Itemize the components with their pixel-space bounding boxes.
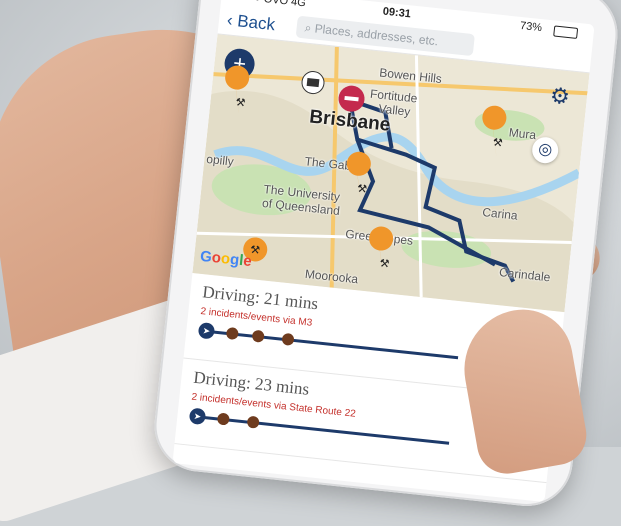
battery-icon (553, 25, 579, 39)
incident-dot (216, 412, 230, 426)
battery-label: 73% (519, 19, 543, 35)
search-placeholder: Places, addresses, etc. (314, 21, 439, 49)
clock: 09:31 (382, 5, 412, 21)
back-label: Back (236, 11, 277, 35)
route-timeline (195, 415, 450, 445)
crosshair-icon: ◎ (537, 140, 554, 159)
navigation-icon: ➤ (197, 321, 216, 340)
gear-icon: ⚙ (548, 82, 572, 110)
plus-icon: + (231, 50, 248, 77)
incident-dot (225, 326, 239, 341)
settings-button[interactable]: ⚙ (547, 82, 573, 110)
incident-dot (251, 329, 265, 343)
route-timeline (204, 329, 459, 360)
map-view[interactable]: Bowen Hills Fortitude Valley Brisbane Th… (192, 34, 590, 313)
map-label: Mura (508, 125, 537, 143)
map-label: opilly (205, 151, 235, 169)
incident-dot (281, 332, 295, 346)
back-button[interactable]: ‹ Back (226, 10, 276, 35)
chevron-left-icon: ‹ (226, 10, 234, 30)
navigation-icon: ➤ (188, 407, 207, 426)
incident-dot (246, 415, 260, 429)
